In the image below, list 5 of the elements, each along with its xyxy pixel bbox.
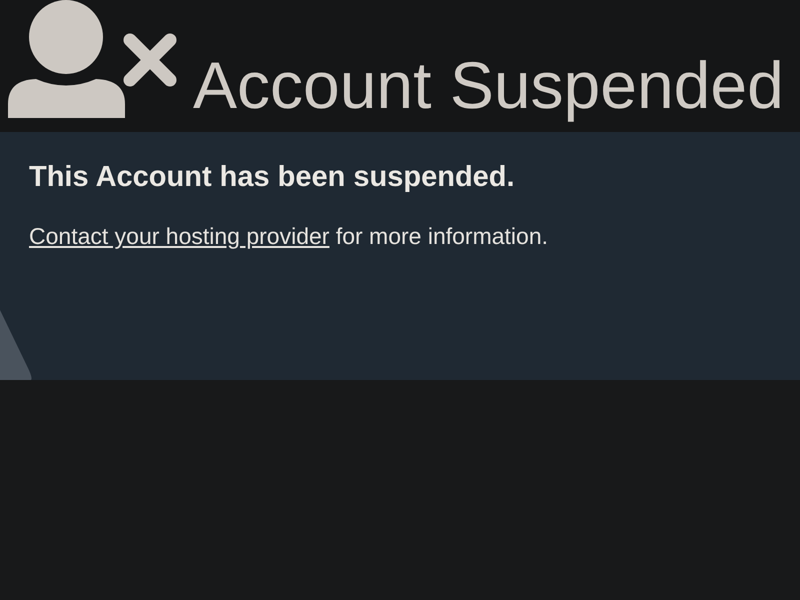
user-remove-icon [6,0,177,118]
corner-shape [0,310,33,380]
suspended-heading: This Account has been suspended. [29,163,516,192]
contact-link[interactable]: Contact your hosting provider [29,223,330,249]
contact-sentence: Contact your hosting provider for more information. [29,225,550,248]
